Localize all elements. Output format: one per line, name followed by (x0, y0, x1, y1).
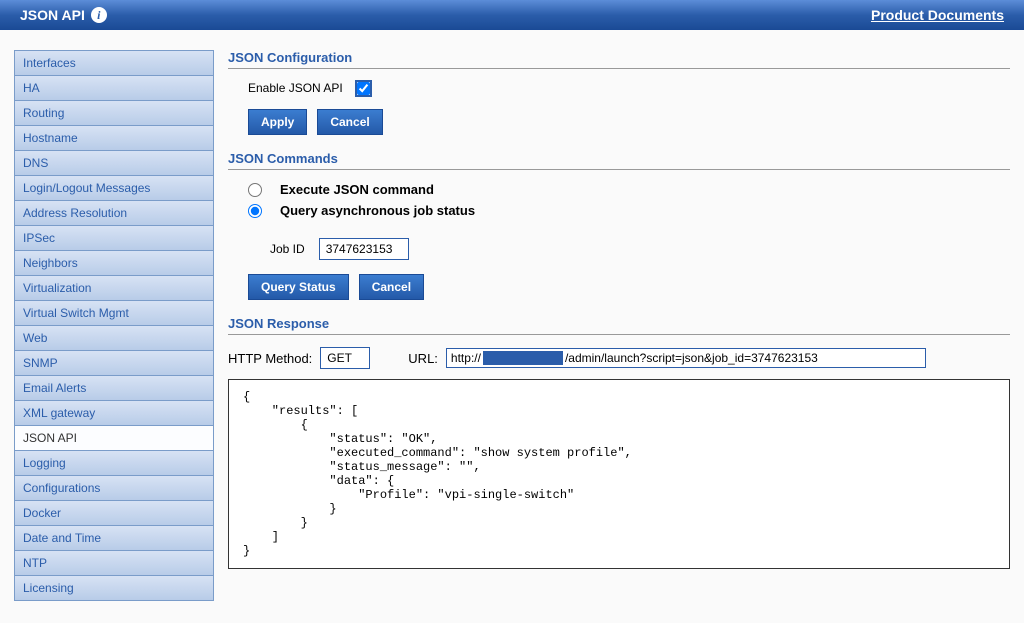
info-icon[interactable]: i (91, 7, 107, 23)
cancel-query-button[interactable]: Cancel (359, 274, 424, 300)
main-content: JSON Configuration Enable JSON API Apply… (228, 50, 1010, 601)
sidebar-item-ipsec[interactable]: IPSec (14, 225, 214, 250)
sidebar-item-configurations[interactable]: Configurations (14, 475, 214, 500)
jobid-input[interactable] (319, 238, 409, 260)
config-buttons: Apply Cancel (228, 109, 1010, 135)
response-body[interactable]: { "results": [ { "status": "OK", "execut… (228, 379, 1010, 569)
section-json-config: JSON Configuration (228, 50, 1010, 69)
sidebar-item-xml-gateway[interactable]: XML gateway (14, 400, 214, 425)
main-layout: InterfacesHARoutingHostnameDNSLogin/Logo… (0, 30, 1024, 601)
sidebar-item-dns[interactable]: DNS (14, 150, 214, 175)
radio-query[interactable] (248, 204, 262, 218)
radio-execute[interactable] (248, 183, 262, 197)
sidebar-item-address-resolution[interactable]: Address Resolution (14, 200, 214, 225)
url-label: URL: (408, 351, 438, 366)
url-input[interactable]: http:// /admin/launch?script=json&job_id… (446, 348, 926, 368)
product-documents-link[interactable]: Product Documents (871, 7, 1004, 23)
http-method-input[interactable] (320, 347, 370, 369)
sidebar-item-licensing[interactable]: Licensing (14, 575, 214, 601)
sidebar-item-virtual-switch-mgmt[interactable]: Virtual Switch Mgmt (14, 300, 214, 325)
sidebar-item-ha[interactable]: HA (14, 75, 214, 100)
radio-execute-label: Execute JSON command (280, 182, 434, 197)
sidebar-item-neighbors[interactable]: Neighbors (14, 250, 214, 275)
query-buttons: Query Status Cancel (228, 274, 1010, 300)
radio-query-label: Query asynchronous job status (280, 203, 475, 218)
sidebar: InterfacesHARoutingHostnameDNSLogin/Logo… (14, 50, 214, 601)
section-json-commands: JSON Commands (228, 151, 1010, 170)
url-suffix: /admin/launch?script=json&job_id=3747623… (565, 351, 818, 365)
response-meta-row: HTTP Method: URL: http:// /admin/launch?… (228, 347, 1010, 369)
apply-button[interactable]: Apply (248, 109, 307, 135)
sidebar-item-hostname[interactable]: Hostname (14, 125, 214, 150)
page-header: JSON API i Product Documents (0, 0, 1024, 30)
enable-json-row: Enable JSON API (228, 81, 1010, 95)
sidebar-item-email-alerts[interactable]: Email Alerts (14, 375, 214, 400)
sidebar-item-date-and-time[interactable]: Date and Time (14, 525, 214, 550)
page-title: JSON API i (20, 7, 107, 23)
sidebar-item-ntp[interactable]: NTP (14, 550, 214, 575)
sidebar-item-login-logout-messages[interactable]: Login/Logout Messages (14, 175, 214, 200)
url-prefix: http:// (451, 351, 481, 365)
sidebar-item-docker[interactable]: Docker (14, 500, 214, 525)
section-json-response: JSON Response (228, 316, 1010, 335)
cancel-button[interactable]: Cancel (317, 109, 382, 135)
sidebar-item-web[interactable]: Web (14, 325, 214, 350)
sidebar-item-snmp[interactable]: SNMP (14, 350, 214, 375)
sidebar-item-logging[interactable]: Logging (14, 450, 214, 475)
sidebar-item-json-api[interactable]: JSON API (14, 425, 214, 450)
enable-json-label: Enable JSON API (248, 81, 343, 95)
radio-query-row: Query asynchronous job status (228, 203, 1010, 218)
sidebar-item-routing[interactable]: Routing (14, 100, 214, 125)
sidebar-item-interfaces[interactable]: Interfaces (14, 50, 214, 75)
page-title-text: JSON API (20, 7, 85, 23)
http-method-label: HTTP Method: (228, 351, 312, 366)
jobid-row: Job ID (228, 238, 1010, 260)
enable-json-checkbox[interactable] (357, 82, 370, 95)
jobid-label: Job ID (270, 242, 305, 256)
radio-execute-row: Execute JSON command (228, 182, 1010, 197)
query-status-button[interactable]: Query Status (248, 274, 349, 300)
sidebar-item-virtualization[interactable]: Virtualization (14, 275, 214, 300)
url-host-redacted (483, 351, 563, 365)
